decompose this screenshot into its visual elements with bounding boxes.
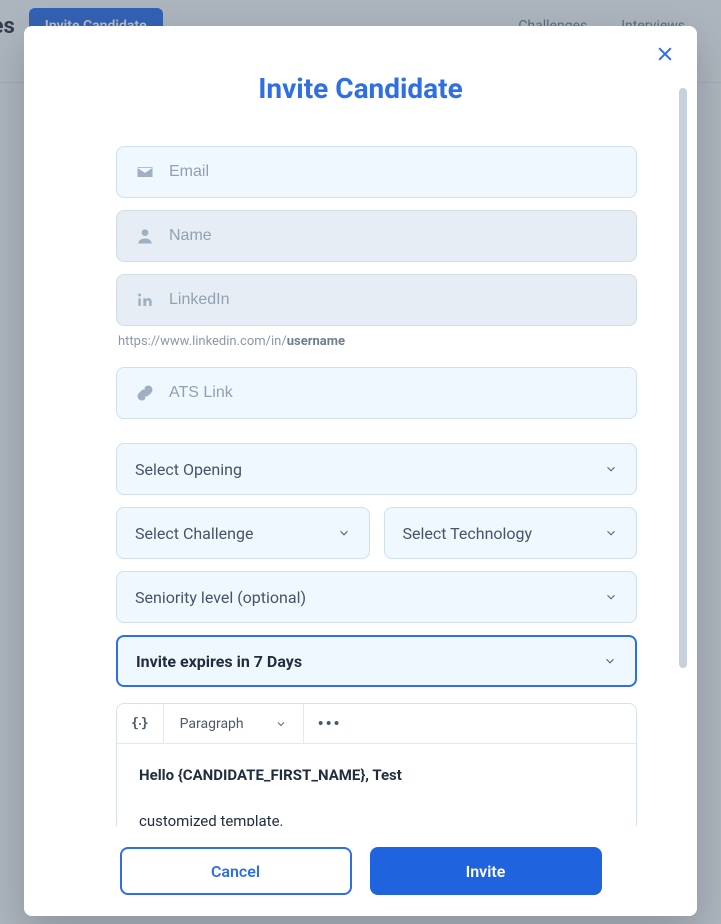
chevron-down-icon: [603, 654, 617, 668]
invite-candidate-modal: Invite Candidate https://www.linkedin.co…: [24, 26, 697, 916]
editor-content[interactable]: Hello {CANDIDATE_FIRST_NAME}, Test custo…: [117, 744, 636, 826]
email-field[interactable]: [116, 146, 637, 198]
opening-select-label: Select Opening: [135, 460, 242, 479]
technology-select-label: Select Technology: [403, 524, 533, 543]
name-field[interactable]: [116, 210, 637, 262]
person-icon: [135, 226, 155, 246]
linkedin-input[interactable]: [169, 291, 618, 309]
chevron-down-icon: [604, 526, 618, 540]
editor-block-type-label: Paragraph: [180, 716, 244, 732]
editor-more-button[interactable]: •••: [304, 704, 356, 744]
invite-button[interactable]: Invite: [370, 847, 602, 895]
linkedin-field[interactable]: [116, 274, 637, 326]
modal-body: https://www.linkedin.com/in/username Sel…: [24, 146, 685, 826]
opening-select[interactable]: Select Opening: [116, 443, 637, 495]
linkedin-hint: https://www.linkedin.com/in/username: [118, 334, 637, 349]
ats-field[interactable]: [116, 367, 637, 419]
ats-input[interactable]: [169, 384, 618, 402]
message-editor: {} Paragraph ••• Hello {CANDIDATE_FIRST_…: [116, 703, 637, 826]
more-horizontal-icon: •••: [318, 714, 342, 733]
editor-toolbar: {} Paragraph •••: [117, 704, 636, 744]
editor-line-1: Hello {CANDIDATE_FIRST_NAME}, Test: [139, 762, 614, 790]
challenge-select[interactable]: Select Challenge: [116, 507, 370, 559]
cancel-button[interactable]: Cancel: [120, 847, 352, 895]
email-input[interactable]: [169, 163, 618, 181]
braces-icon: {}: [131, 716, 149, 731]
chevron-down-icon: [604, 462, 618, 476]
seniority-select[interactable]: Seniority level (optional): [116, 571, 637, 623]
expire-select[interactable]: Invite expires in 7 Days: [116, 635, 637, 687]
editor-line-2: customized template.: [139, 808, 614, 826]
chevron-down-icon: [337, 526, 351, 540]
chevron-down-icon: [275, 718, 287, 730]
email-icon: [135, 162, 155, 182]
modal-footer: Cancel Invite: [24, 826, 697, 916]
link-icon: [135, 383, 155, 403]
linkedin-icon: [135, 290, 155, 310]
expire-select-label: Invite expires in 7 Days: [136, 652, 302, 671]
editor-block-type-select[interactable]: Paragraph: [164, 704, 304, 744]
chevron-down-icon: [604, 590, 618, 604]
close-icon: [655, 44, 675, 64]
technology-select[interactable]: Select Technology: [384, 507, 638, 559]
name-input[interactable]: [169, 227, 618, 245]
modal-title: Invite Candidate: [24, 72, 697, 105]
challenge-select-label: Select Challenge: [135, 524, 253, 543]
editor-insert-variable-button[interactable]: {}: [117, 704, 164, 744]
seniority-select-label: Seniority level (optional): [135, 588, 306, 607]
close-button[interactable]: [655, 44, 675, 68]
